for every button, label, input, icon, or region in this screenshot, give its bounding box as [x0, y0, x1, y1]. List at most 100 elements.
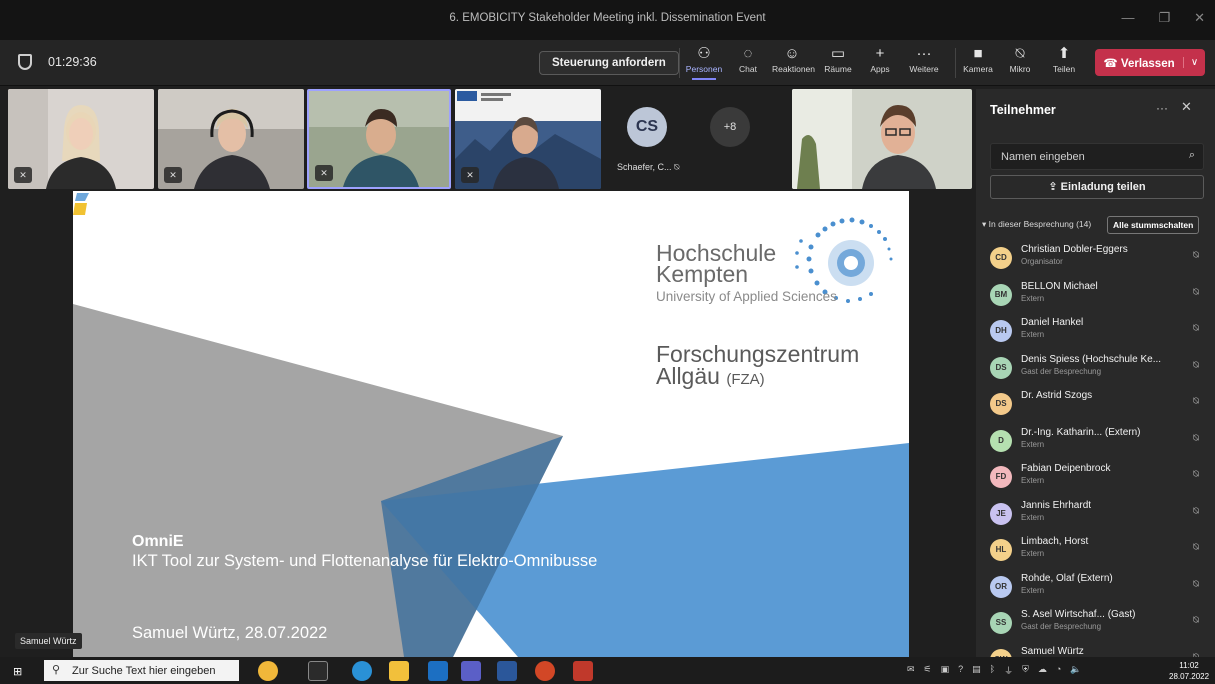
share-button[interactable]: ⬆ Teilen	[1044, 44, 1084, 74]
mic-off-icon[interactable]: ⍉	[1193, 506, 1199, 517]
participant-name: S. Asel Wirtschaf... (Gast)	[1021, 609, 1136, 620]
network-icon[interactable]: ⚟	[924, 664, 932, 677]
more-participants-button[interactable]: +8	[710, 107, 750, 147]
in-meeting-section[interactable]: ▾ In dieser Besprechung (14)	[982, 219, 1091, 230]
powerpoint-icon[interactable]	[535, 661, 555, 681]
search-icon[interactable]: ⌕	[1189, 149, 1195, 162]
request-control-button[interactable]: Steuerung anfordern	[539, 51, 679, 75]
people-button[interactable]: ⚇ Personen	[684, 44, 724, 80]
participant-row[interactable]: BM BELLON Michael Extern ⍉	[976, 274, 1215, 311]
mic-off-icon: ⍉	[674, 162, 680, 172]
outlook-tray-icon[interactable]: ▣	[941, 664, 950, 677]
participant-role: Organisator	[1021, 257, 1063, 266]
help-icon[interactable]: ?	[958, 664, 963, 677]
participants-panel: Teilnehmer ··· ✕ ⌕ ⇪ Einladung teilen ▾ …	[976, 89, 1215, 671]
participant-avatar-cs[interactable]: CS	[627, 107, 667, 147]
volume-icon[interactable]: 🔈	[1070, 664, 1081, 677]
pdf-reader-icon[interactable]	[573, 661, 593, 681]
mic-off-icon[interactable]: ⍉	[1193, 287, 1199, 298]
hochschule-logo-text: Hochschule Kempten University of Applied…	[656, 240, 837, 305]
participant-row[interactable]: JE Jannis Ehrhardt Extern ⍉	[976, 493, 1215, 530]
taskbar-search-input[interactable]	[72, 663, 232, 678]
leave-button[interactable]: ☎ Verlassen ∨	[1095, 49, 1205, 76]
chevron-down-icon[interactable]: ∨	[1183, 57, 1205, 68]
slide-project-title: OmniE	[132, 533, 184, 550]
file-explorer-icon[interactable]	[389, 661, 409, 681]
wifi-icon[interactable]: ◔	[1056, 664, 1061, 677]
system-tray: ✉ ⚟ ▣ ? ▤ ᛒ ⏚ ⛨ ☁ ◔ 🔈	[907, 664, 1082, 677]
participant-avatar: FD	[990, 466, 1012, 488]
mic-off-icon[interactable]: ⍉	[1193, 615, 1199, 626]
participant-name: Christian Dobler-Eggers	[1021, 244, 1128, 255]
mic-off-icon[interactable]: ⍉	[1193, 469, 1199, 480]
app-tray-icon[interactable]: ▤	[972, 664, 981, 677]
participant-row[interactable]: DS Dr. Astrid Szogs ⍉	[976, 383, 1215, 420]
participant-row[interactable]: DH Daniel Hankel Extern ⍉	[976, 310, 1215, 347]
rooms-button[interactable]: ▭ Räume	[818, 44, 858, 74]
participant-row[interactable]: DS Denis Spiess (Hochschule Ke... Gast der…	[976, 347, 1215, 384]
word-icon[interactable]	[497, 661, 517, 681]
camera-button[interactable]: ■ Kamera	[958, 44, 998, 74]
minimize-icon[interactable]: —	[1121, 10, 1134, 26]
video-tile-4[interactable]: ✕	[455, 89, 601, 189]
more-options-icon[interactable]: ···	[1156, 101, 1168, 115]
reactions-button[interactable]: ☺ Reaktionen	[772, 44, 815, 74]
participant-row[interactable]: CD Christian Dobler-Eggers Organisator ⍉	[976, 237, 1215, 274]
video-tile-1[interactable]: ✕	[8, 89, 154, 189]
chat-button[interactable]: ◌ Chat	[728, 44, 768, 74]
maximize-icon[interactable]: ❐	[1158, 10, 1170, 26]
fza-logo-mark	[73, 193, 89, 215]
video-tile-active-speaker[interactable]: ✕	[307, 89, 451, 189]
close-icon[interactable]: ✕	[1194, 10, 1205, 26]
security-icon[interactable]: ⛨	[1022, 664, 1029, 677]
video-tile-self[interactable]	[792, 89, 972, 189]
search-icon: ⚲	[52, 664, 61, 676]
mic-off-icon: ⍉	[1015, 45, 1025, 62]
taskbar-search: ⚲	[44, 660, 239, 681]
mic-off-icon[interactable]: ⍉	[1193, 360, 1199, 371]
mic-button[interactable]: ⍉ Mikro	[1000, 44, 1040, 74]
participant-search-input[interactable]	[1001, 149, 1171, 165]
mic-off-icon[interactable]: ⍉	[1193, 323, 1199, 334]
participant-row[interactable]: HL Limbach, Horst Extern ⍉	[976, 529, 1215, 566]
mic-off-icon[interactable]: ⍉	[1193, 250, 1199, 261]
mic-off-icon[interactable]: ⍉	[1193, 579, 1199, 590]
participant-name-cs: Schaefer, C... ⍉	[617, 162, 680, 172]
mic-off-icon: ✕	[315, 165, 333, 181]
cloud-icon[interactable]: ☁	[1038, 664, 1047, 677]
teams-icon[interactable]	[461, 661, 481, 681]
usb-icon[interactable]: ⏚	[1004, 664, 1013, 677]
widgets-icon[interactable]	[258, 661, 278, 681]
shared-presentation-slide: Hochschule Kempten University of Applied…	[73, 191, 909, 657]
bluetooth-icon[interactable]: ᛒ	[990, 664, 995, 677]
edge-browser-icon[interactable]	[352, 661, 372, 681]
mute-all-button[interactable]: Alle stummschalten	[1107, 216, 1200, 234]
participant-row[interactable]: D Dr.-Ing. Katharin... (Extern) Extern ⍉	[976, 420, 1215, 457]
more-button[interactable]: ··· Weitere	[904, 44, 944, 74]
share-invite-button[interactable]: ⇪ Einladung teilen	[990, 175, 1204, 199]
panel-title: Teilnehmer	[990, 103, 1056, 117]
mic-off-icon[interactable]: ⍉	[1193, 396, 1199, 407]
apps-button[interactable]: + Apps	[860, 44, 900, 74]
participant-avatar: DH	[990, 320, 1012, 342]
outlook-icon[interactable]	[428, 661, 448, 681]
more-icon: ···	[916, 45, 932, 62]
participant-row[interactable]: SS S. Asel Wirtschaf... (Gast) Gast der Be…	[976, 602, 1215, 639]
mic-off-icon[interactable]: ⍉	[1193, 433, 1199, 444]
windows-start-icon[interactable]: ⊞	[13, 665, 22, 678]
mic-off-icon[interactable]: ⍉	[1193, 542, 1199, 553]
shield-icon[interactable]	[18, 54, 32, 70]
participant-row[interactable]: FD Fabian Deipenbrock Extern ⍉	[976, 456, 1215, 493]
participant-row[interactable]: OR Rohde, Olaf (Extern) Extern ⍉	[976, 566, 1215, 603]
taskbar-clock[interactable]: 11:02 28.07.2022	[1169, 660, 1209, 682]
leave-label: ☎ Verlassen	[1103, 57, 1175, 70]
mail-icon[interactable]: ✉	[907, 664, 915, 677]
close-icon[interactable]: ✕	[1181, 99, 1192, 115]
people-icon: ⚇	[697, 45, 711, 62]
participant-avatar: JE	[990, 502, 1012, 525]
participant-role: Extern	[1021, 330, 1045, 339]
task-view-icon[interactable]	[308, 661, 328, 681]
participant-avatar: BM	[990, 283, 1012, 306]
video-tile-2[interactable]: ✕	[158, 89, 304, 189]
meeting-toolbar: 01:29:36 Steuerung anfordern ⚇ Personen …	[0, 40, 1215, 86]
